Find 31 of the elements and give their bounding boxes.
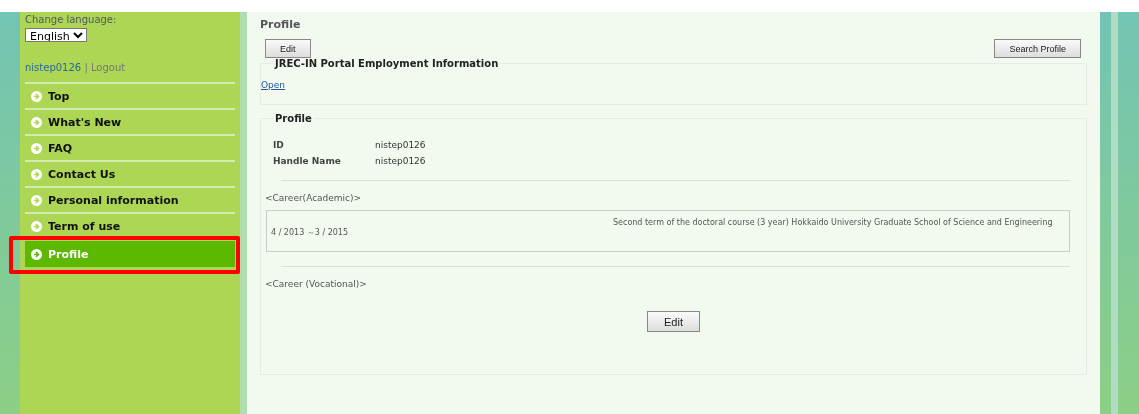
arrow-circle-icon: [31, 194, 42, 206]
field-value: nistep0126: [375, 140, 426, 150]
open-link[interactable]: Open: [261, 80, 286, 90]
arrow-circle-icon: [31, 142, 42, 154]
field-label: Handle Name: [273, 156, 342, 166]
field-value: nistep0126: [375, 156, 426, 166]
change-language-label: Change language:: [25, 14, 118, 25]
nav-item[interactable]: Personal information: [25, 188, 235, 214]
separator: |: [84, 62, 88, 73]
field-label: ID: [273, 140, 285, 150]
nav-item[interactable]: What's New: [25, 110, 235, 136]
page-title: Profile: [260, 18, 302, 31]
edit-button[interactable]: Edit: [265, 39, 311, 58]
language-select[interactable]: English: [25, 28, 87, 42]
career-description: Second term of the doctoral course (3 year) Hokkaido University Graduate School of Science and Engineering: [613, 217, 1053, 229]
user-link[interactable]: nistep0126: [25, 62, 82, 73]
section-title: JREC-IN Portal Employment Information: [273, 58, 500, 69]
career-heading: <Career (Vocational)>: [265, 279, 368, 289]
section-title: Profile: [274, 113, 313, 124]
edit-button[interactable]: Edit: [647, 311, 700, 332]
arrow-circle-icon: [31, 168, 42, 180]
nav-item[interactable]: Top: [25, 84, 235, 110]
nav-item[interactable]: FAQ: [25, 136, 235, 162]
arrow-circle-icon: [31, 90, 42, 102]
arrow-circle-icon: [31, 220, 42, 232]
career-period: 4 / 2013 ～3 / 2015: [271, 226, 349, 238]
arrow-circle-icon: [31, 248, 42, 260]
search-profile-button[interactable]: Search Profile: [994, 39, 1081, 58]
arrow-circle-icon: [31, 116, 42, 128]
career-heading: <Career(Academic)>: [265, 193, 363, 203]
nav-item[interactable]: Contact Us: [25, 162, 235, 188]
